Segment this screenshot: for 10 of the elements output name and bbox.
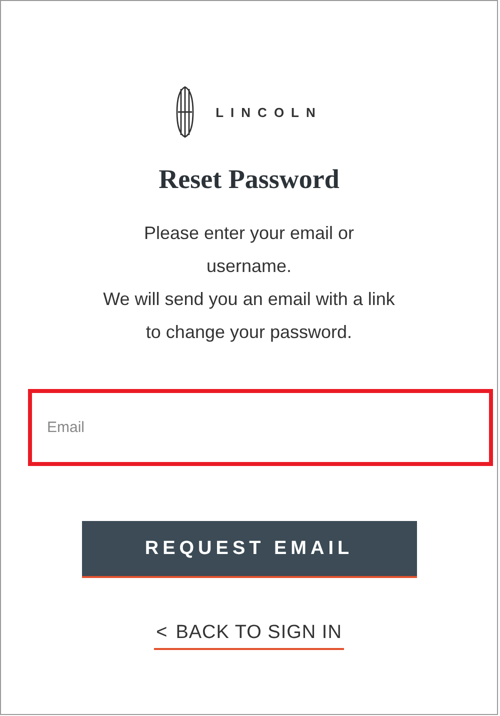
instruction-text: username. bbox=[206, 255, 292, 278]
brand-name: LINCOLN bbox=[216, 104, 322, 120]
email-field[interactable]: Email bbox=[28, 389, 493, 466]
logo-icon bbox=[176, 86, 194, 138]
request-email-button[interactable]: REQUEST EMAIL bbox=[82, 521, 416, 578]
instruction-text: to change your password. bbox=[146, 321, 352, 344]
page-title: Reset Password bbox=[158, 164, 340, 195]
back-to-sign-in-link[interactable]: < BACK TO SIGN IN bbox=[154, 622, 344, 650]
instruction-text: Please enter your email or bbox=[144, 222, 354, 245]
instruction-text: We will send you an email with a link bbox=[103, 288, 395, 311]
